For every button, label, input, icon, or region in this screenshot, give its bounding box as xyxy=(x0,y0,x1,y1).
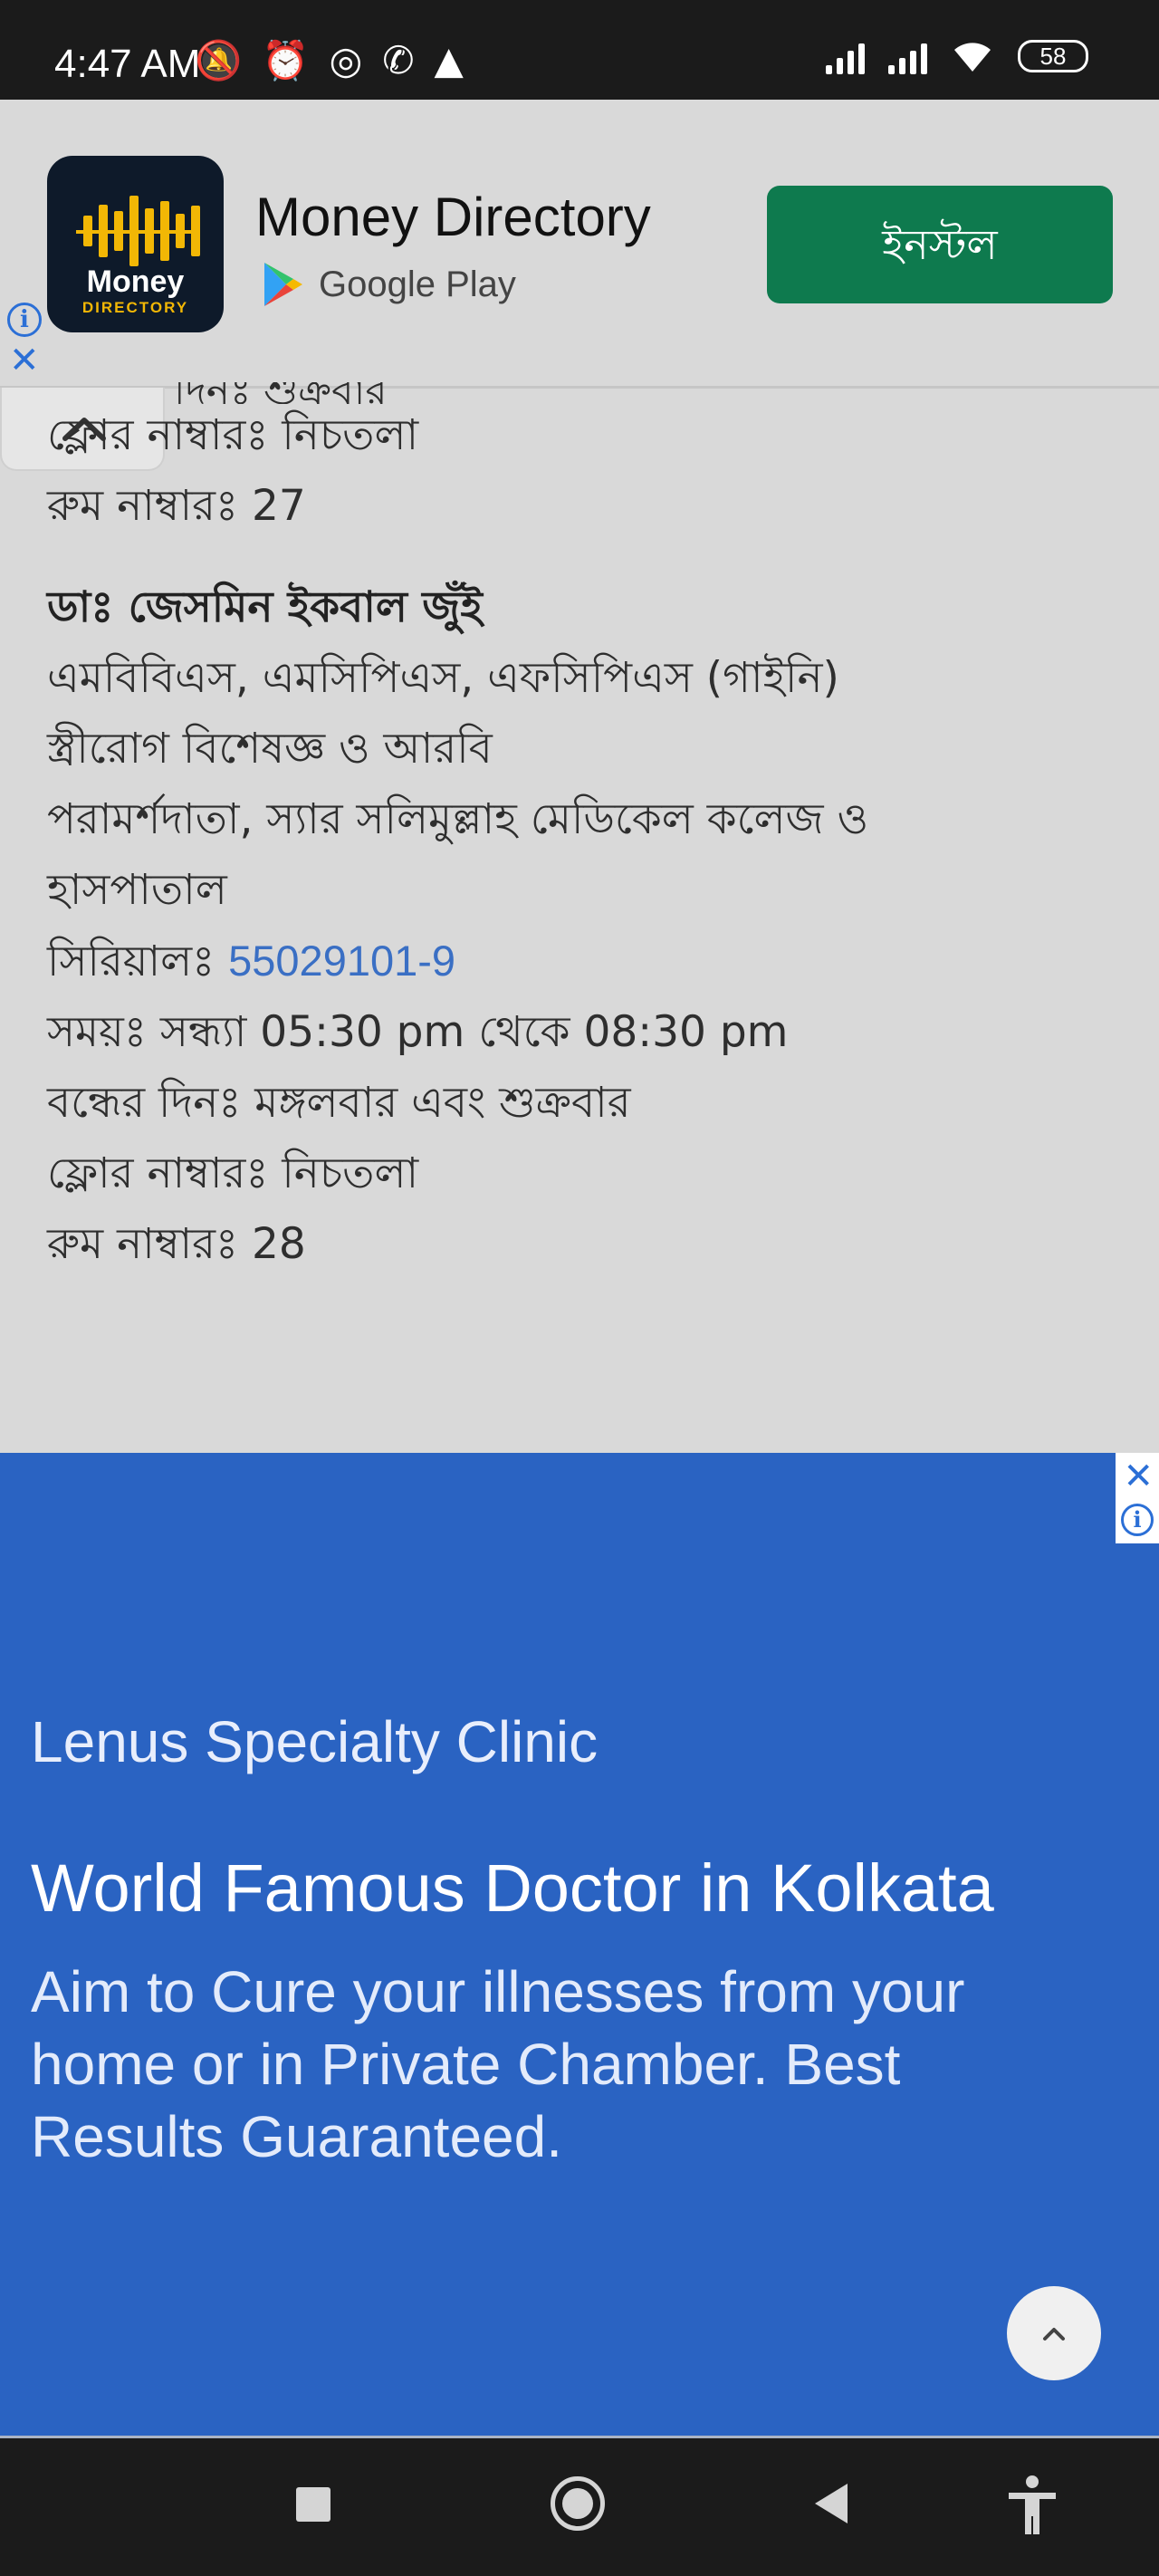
ad-badge: ✕ i xyxy=(1116,1453,1159,1543)
wifi-icon xyxy=(954,43,991,72)
doctor-specialty: স্ত্রীরোগ বিশেষজ্ঞ ও আরবি xyxy=(47,724,493,774)
bell-muted-icon: 🔕 xyxy=(195,38,243,82)
google-play-icon xyxy=(264,263,302,306)
prev-room: রুম নাম্বারঃ 27 xyxy=(47,481,306,531)
call-icon: ✆ xyxy=(382,38,415,82)
logo-subtext: DIRECTORY xyxy=(81,299,189,316)
recent-apps-icon[interactable] xyxy=(296,2487,330,2522)
ad-brand[interactable]: Lenus Specialty Clinic xyxy=(31,1708,598,1775)
doctor-floor: ফ্লোর নাম্বারঃ নিচতলা xyxy=(47,1149,419,1198)
doctor-list: দিনঃ শুক্রবার ফ্লোর নাম্বারঃ নিচতলা রুম … xyxy=(47,382,1134,1280)
home-icon[interactable] xyxy=(551,2476,605,2531)
doctor-position: পরামর্শদাতা, স্যার সলিমুল্লাহ মেডিকেল কল… xyxy=(47,794,869,844)
close-icon[interactable]: ✕ xyxy=(1123,1456,1154,1496)
scroll-to-top-button[interactable] xyxy=(1007,2286,1101,2380)
ad-description[interactable]: Aim to Cure your illnesses from your hom… xyxy=(31,1956,1099,2173)
prev-floor: ফ্লোর নাম্বারঃ নিচতলা xyxy=(47,410,419,460)
logo-text: Money xyxy=(86,264,185,299)
doctor-name: ডাঃ জেসমিন ইকবাল জুঁই xyxy=(47,582,483,632)
app-logo[interactable]: Money DIRECTORY xyxy=(47,156,224,332)
ad-info-icon[interactable]: i xyxy=(7,303,42,337)
status-time: 4:47 AM xyxy=(54,42,201,86)
navigation-bar xyxy=(0,2436,1159,2576)
doctor-serial: সিরিয়ালঃ 55029101-9 xyxy=(47,926,1134,997)
ad-close-icon[interactable]: ✕ xyxy=(9,342,40,379)
doctor-degrees: এমবিবিএস, এমসিপিএস, এফসিপিএস (গাইনি) xyxy=(47,653,839,703)
doctor-position-2: হাসপাতাল xyxy=(47,865,227,915)
alarm-icon: ⏰ xyxy=(262,38,310,82)
chevron-up-icon xyxy=(1043,2328,1065,2341)
ad-app-name[interactable]: Money Directory xyxy=(255,186,651,248)
status-bar: 4:47 AM 🔕 ⏰ ◎ ✆ ▲ 58 xyxy=(0,0,1159,100)
serial-phone-link[interactable]: 55029101-9 xyxy=(228,937,455,985)
top-ad-banner[interactable]: Money DIRECTORY Money Directory Google P… xyxy=(0,100,1159,389)
system-icons: 58 xyxy=(826,38,1088,74)
signal-icon xyxy=(826,38,865,74)
accessibility-icon[interactable] xyxy=(1005,2475,1059,2536)
bottom-ad[interactable]: ✕ i Lenus Specialty Clinic World Famous … xyxy=(0,1453,1159,2436)
partial-text: দিনঃ শুক্রবার xyxy=(174,382,388,404)
info-icon[interactable]: i xyxy=(1121,1504,1154,1536)
ad-headline[interactable]: World Famous Doctor in Kolkata xyxy=(31,1850,994,1927)
ad-store: Google Play xyxy=(261,261,516,308)
battery-icon: 58 xyxy=(1018,40,1088,72)
doctor-time: সময়ঃ সন্ধ্যা 05:30 pm থেকে 08:30 pm xyxy=(47,1007,789,1057)
notification-icons: 🔕 ⏰ ◎ ✆ ▲ xyxy=(195,38,464,83)
doctor-closed-days: বন্ধের দিনঃ মঙ্গলবার এবং শুক্রবার xyxy=(47,1078,631,1128)
install-button[interactable]: ইনস্টল xyxy=(767,186,1113,303)
doctor-room: রুম নাম্বারঃ 28 xyxy=(47,1219,306,1269)
store-name: Google Play xyxy=(319,264,516,304)
back-icon[interactable] xyxy=(815,2484,848,2523)
whatsapp-icon: ◎ xyxy=(329,38,363,82)
serial-label: সিরিয়ালঃ xyxy=(47,937,229,986)
signal-icon-2 xyxy=(888,38,927,74)
warning-icon: ▲ xyxy=(434,38,464,82)
